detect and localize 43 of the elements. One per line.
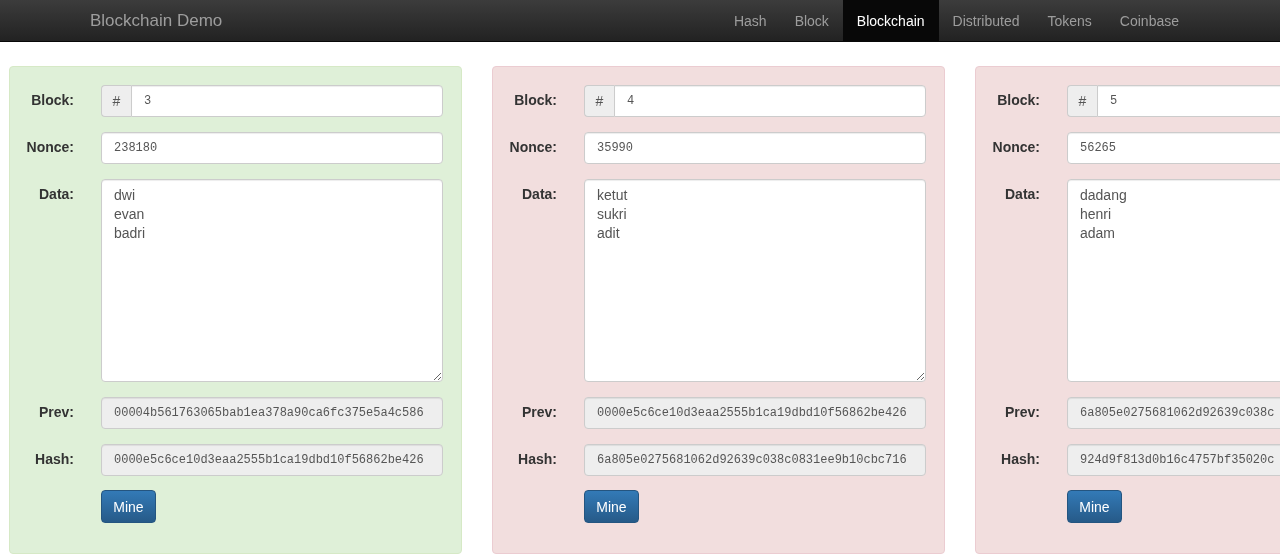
nav-link[interactable]: Hash (719, 0, 781, 42)
field-label: Nonce: (25, 138, 74, 155)
mine-button[interactable]: Mine (584, 490, 639, 523)
nonce-field[interactable]: 238180 (101, 132, 443, 164)
prev-hash-field[interactable]: 0000e5c6ce10d3eaa2555b1ca19dbd10f56862be426 (584, 397, 926, 429)
nonce-field[interactable]: 56265 (1067, 132, 1280, 164)
prev-hash-field[interactable]: 00004b561763065bab1ea378a90ca6fc375e5a4c586 (101, 397, 443, 429)
hash-field[interactable]: 6a805e0275681062d92639c038c0831ee9b10cbc716 (584, 444, 926, 476)
nav-link[interactable]: Distributed (938, 0, 1034, 42)
field-label: Block: (30, 91, 74, 108)
nav-link[interactable]: Blockchain (842, 0, 939, 42)
field-label: Data: (1004, 185, 1040, 202)
field-label: Nonce: (508, 138, 557, 155)
field-label: Nonce: (991, 138, 1040, 155)
block-number-field[interactable]: 3 (131, 85, 443, 117)
mine-button[interactable]: Mine (1067, 490, 1122, 523)
field-label: Prev: (520, 403, 557, 420)
block-number-field[interactable]: 4 (614, 85, 926, 117)
brand-link[interactable]: Blockchain Demo (90, 10, 223, 31)
nav-link[interactable]: Tokens (1033, 0, 1106, 42)
hash-field[interactable]: 924d9f813d0b16c4757bf35020c (1067, 444, 1280, 476)
nav-link[interactable]: Coinbase (1105, 0, 1193, 42)
data-field[interactable]: dwi evan badri (101, 179, 443, 382)
field-label: Block: (996, 91, 1040, 108)
data-field[interactable]: ketut sukri adit (584, 179, 926, 382)
field-label: Hash: (34, 450, 74, 467)
mine-button[interactable]: Mine (101, 490, 156, 523)
field-label: Prev: (37, 403, 74, 420)
hash-field[interactable]: 0000e5c6ce10d3eaa2555b1ca19dbd10f56862be426 (101, 444, 443, 476)
hash-addon: # (101, 85, 131, 117)
hash-addon: # (1067, 85, 1097, 117)
prev-hash-field[interactable]: 6a805e0275681062d92639c038c (1067, 397, 1280, 429)
field-label: Prev: (1003, 403, 1040, 420)
block-number-field[interactable]: 5 (1097, 85, 1280, 117)
nav-link[interactable]: Block (780, 0, 843, 42)
field-label: Block: (513, 91, 557, 108)
field-label: Hash: (1000, 450, 1040, 467)
hash-addon: # (584, 85, 614, 117)
field-label: Data: (38, 185, 74, 202)
data-field[interactable]: dadang henri adam (1067, 179, 1280, 382)
field-label: Hash: (517, 450, 557, 467)
field-label: Data: (521, 185, 557, 202)
nonce-field[interactable]: 35990 (584, 132, 926, 164)
